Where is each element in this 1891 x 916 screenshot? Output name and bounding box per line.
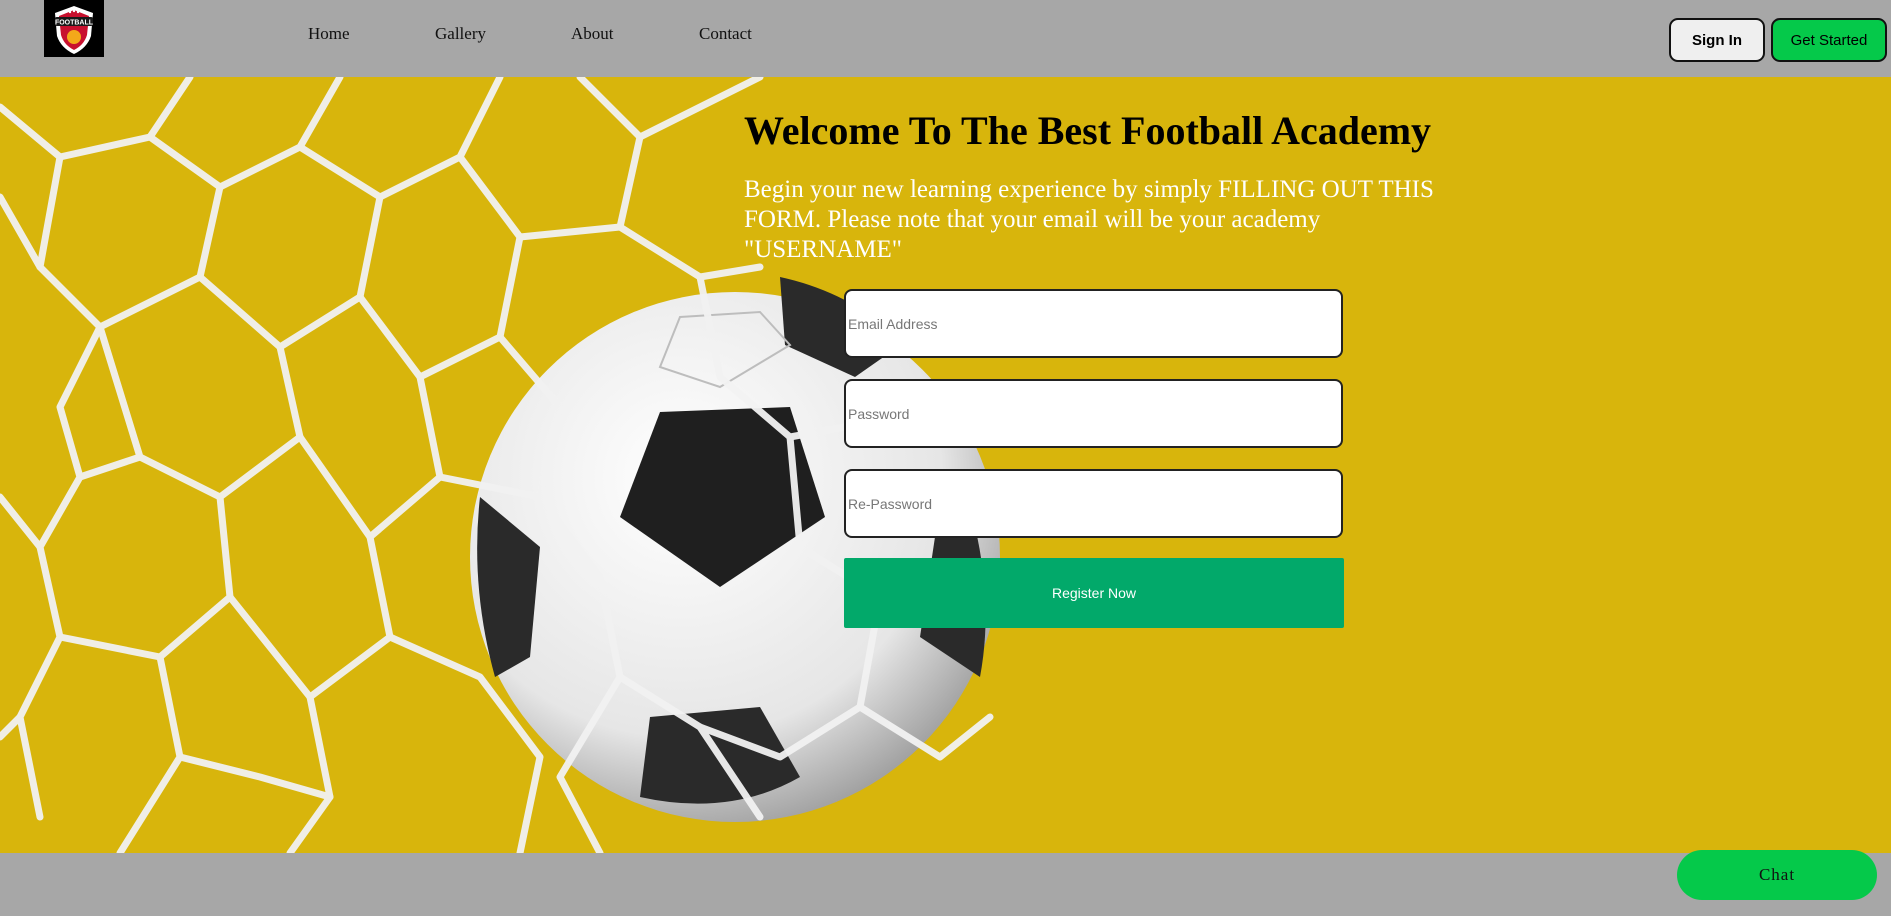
- football-shield-icon: FOOTBALL: [55, 5, 94, 54]
- nav-link-home[interactable]: Home: [308, 24, 350, 44]
- sign-in-button[interactable]: Sign In: [1669, 18, 1765, 62]
- nav-link-gallery[interactable]: Gallery: [435, 24, 486, 44]
- password-field[interactable]: [844, 379, 1343, 448]
- page-subtitle: Begin your new learning experience by si…: [744, 176, 1434, 263]
- page-title: Welcome To The Best Football Academy: [744, 108, 1432, 153]
- football-logo[interactable]: FOOTBALL: [44, 0, 104, 57]
- chat-button[interactable]: Chat: [1677, 850, 1877, 900]
- get-started-button[interactable]: Get Started: [1771, 18, 1887, 62]
- top-navbar: FOOTBALL Home Gallery About Contact Sign…: [0, 0, 1891, 77]
- hero-section: Welcome To The Best Football Academy Beg…: [0, 77, 1891, 853]
- email-field[interactable]: [844, 289, 1343, 358]
- re-password-field[interactable]: [844, 469, 1343, 538]
- svg-text:FOOTBALL: FOOTBALL: [55, 19, 94, 26]
- register-now-button[interactable]: Register Now: [844, 558, 1344, 628]
- nav-link-contact[interactable]: Contact: [699, 24, 752, 44]
- nav-link-about[interactable]: About: [571, 24, 614, 44]
